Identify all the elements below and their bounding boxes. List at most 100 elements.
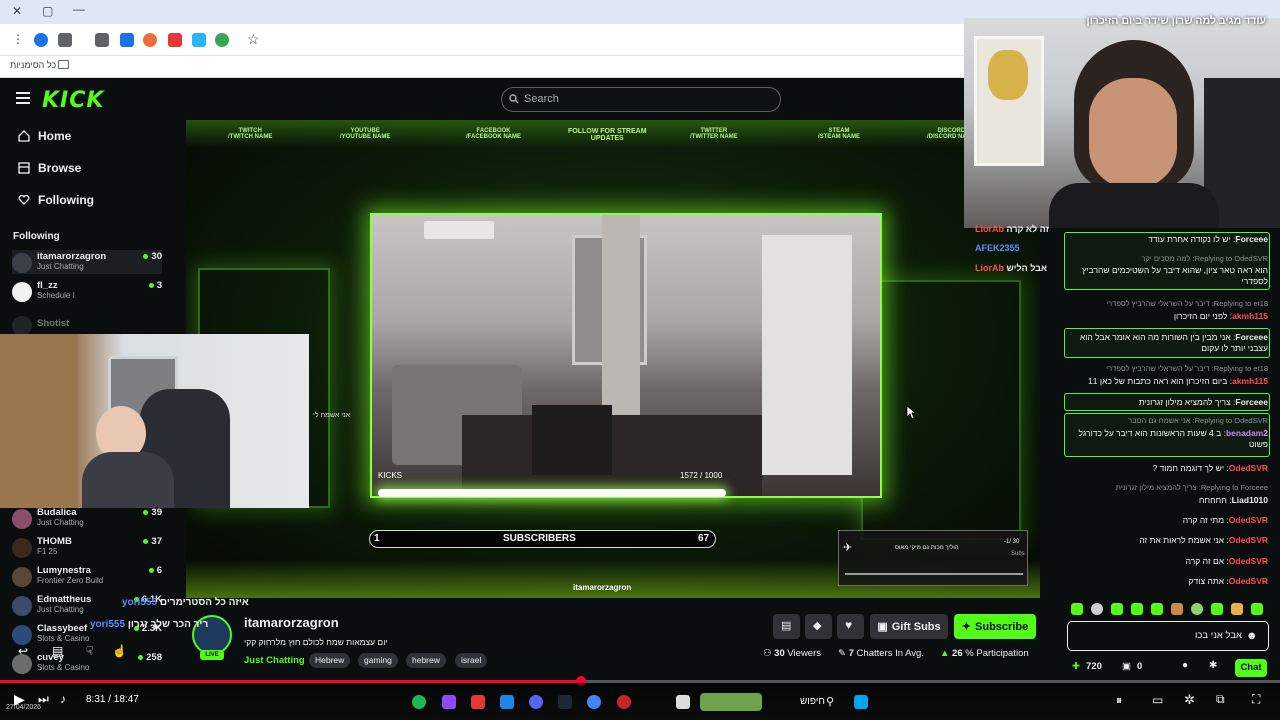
overlay-social-twitch: TWITCH/TWITCH NAME: [228, 128, 273, 140]
chat-send-button[interactable]: Chat: [1235, 659, 1267, 677]
emoji-icon[interactable]: ☻: [1246, 630, 1258, 642]
extension-icon[interactable]: [143, 33, 157, 47]
emote-icon[interactable]: [1211, 603, 1223, 615]
steam-icon[interactable]: [558, 695, 572, 709]
channel-item[interactable]: Budalica Just Chatting 39: [12, 506, 162, 530]
emote-icon[interactable]: [1191, 603, 1203, 615]
extension-icon[interactable]: [192, 33, 206, 47]
gift-icon: ▣: [877, 621, 888, 633]
search-input[interactable]: Search: [501, 87, 781, 112]
channel-name: THOMB: [37, 536, 72, 547]
wooden-wardrobe: [0, 334, 78, 508]
menu-icon[interactable]: [16, 92, 30, 104]
stream-title: יום עצמאות שמח לכולם חוץ מלרחוק קקי: [244, 637, 388, 647]
emote-icon[interactable]: [1151, 603, 1163, 615]
subtitles-icon[interactable]: ▭: [1152, 693, 1163, 707]
kick-logo[interactable]: KICK: [42, 88, 104, 113]
channel-item[interactable]: Lumynestra Frontier Zero Build 6: [12, 564, 162, 588]
extension-icon[interactable]: [120, 33, 134, 47]
clip-button[interactable]: ▤: [773, 614, 800, 639]
subscribe-button[interactable]: ✦ Subscribe: [954, 614, 1036, 639]
chat-message: Liad1010: חחחחח: [1198, 495, 1268, 505]
chat-overlay-line: AFEK2355: [975, 243, 1020, 253]
overlay-social-steam: STEAM/STEAM NAME: [818, 128, 860, 140]
obs-icon[interactable]: [617, 695, 631, 709]
fullscreen-icon[interactable]: ⛶: [1252, 692, 1260, 707]
restore-window-icon[interactable]: ▢: [42, 4, 53, 18]
discord-icon[interactable]: [529, 695, 543, 709]
chat-input[interactable]: אבל אני בכו: [1067, 621, 1269, 651]
volume-icon[interactable]: ♪: [60, 692, 66, 706]
dislike-icon[interactable]: ☟: [86, 644, 93, 658]
twitch-icon[interactable]: [442, 695, 456, 709]
extension-icon[interactable]: [58, 33, 72, 47]
gift-icon[interactable]: ▣: [1122, 661, 1131, 672]
settings-icon[interactable]: ✲: [1184, 692, 1195, 708]
pause-icon[interactable]: ⏸: [1116, 693, 1122, 708]
tag-chip[interactable]: israel: [455, 653, 488, 668]
notification-button[interactable]: ◆: [805, 614, 832, 639]
weather-widget[interactable]: [700, 693, 762, 711]
avatar: [12, 509, 32, 529]
channel-name: Edmattheus: [37, 594, 92, 605]
nav-following[interactable]: Following: [18, 193, 94, 207]
extension-icon[interactable]: [95, 33, 109, 47]
nav-browse[interactable]: Browse: [18, 161, 81, 175]
overlay-chat-snippet: אני אשמח לי: [313, 412, 351, 419]
extension-icon[interactable]: [34, 33, 48, 47]
channel-name[interactable]: itamarorzagron: [244, 615, 339, 630]
stream-category[interactable]: Just Chatting: [244, 655, 305, 666]
close-window-icon[interactable]: ✕: [12, 4, 22, 18]
nav-home[interactable]: Home: [18, 129, 71, 143]
channel-name: Classybeef: [37, 623, 88, 634]
heart-icon: ♥: [845, 618, 853, 632]
extension-icon[interactable]: [168, 33, 182, 47]
nav-home-label: Home: [38, 129, 72, 143]
gift-subs-button[interactable]: ▣ Gift Subs: [870, 614, 948, 639]
back-icon[interactable]: ↩: [18, 644, 28, 658]
shirt: [1049, 183, 1219, 228]
emote-icon[interactable]: [1171, 603, 1183, 615]
channel-item[interactable]: THOMB F1 25 37: [12, 535, 162, 559]
gear-icon[interactable]: ✱: [1209, 660, 1217, 671]
taskbar-search[interactable]: חיפוש: [800, 696, 825, 707]
air-conditioner: [424, 221, 494, 239]
tag-chip[interactable]: hebrew: [406, 653, 446, 668]
chat-reply-context: Replying to OdedSVR: למה מסכים יקר: [1141, 254, 1268, 263]
file-explorer-icon[interactable]: [676, 695, 690, 709]
room-camera-feed: [370, 213, 882, 498]
curtain: [602, 215, 640, 415]
kicks-icon: ✚: [1072, 661, 1080, 672]
channel-item[interactable]: itamarorzagron Just Chatting 30: [12, 250, 162, 274]
chat-message: akmh115: ביום הזיכרון הוא ראה כתבות של כ…: [1088, 376, 1268, 386]
subs-widget-label: Subs: [1011, 551, 1025, 557]
chrome-icon[interactable]: [587, 695, 601, 709]
spotify-icon[interactable]: [412, 695, 426, 709]
emote-icon[interactable]: [1131, 603, 1143, 615]
browser-menu-icon[interactable]: ⋮: [12, 32, 24, 46]
star-bookmark-icon[interactable]: ☆: [247, 31, 260, 48]
follow-button[interactable]: ♥: [837, 614, 864, 639]
emote-icon[interactable]: [1231, 603, 1243, 615]
like-icon[interactable]: ☝: [112, 644, 127, 658]
emote-icon[interactable]: [1091, 603, 1103, 615]
emote-icon[interactable]: [1251, 603, 1263, 615]
windows-start-icon[interactable]: [854, 695, 868, 709]
app-icon[interactable]: [471, 695, 485, 709]
app-icon[interactable]: [500, 695, 514, 709]
chat-reply-context: Replying to et18: דיבר על השראלי שהרביץ …: [1106, 364, 1268, 373]
extension-icon[interactable]: [215, 33, 229, 47]
all-bookmarks-link[interactable]: כל הסימניות: [10, 60, 56, 70]
channel-category: Just Chatting: [37, 518, 84, 527]
tag-chip[interactable]: gaming: [358, 653, 398, 668]
minimize-window-icon[interactable]: —: [73, 2, 85, 16]
chat-bubble-icon[interactable]: ●: [1182, 660, 1188, 671]
tag-chip[interactable]: Hebrew: [309, 653, 351, 668]
emote-icon[interactable]: [1111, 603, 1123, 615]
channel-category: F1 25: [37, 547, 58, 556]
miniplayer-icon[interactable]: ⧉: [1216, 692, 1225, 707]
emote-icon[interactable]: [1071, 603, 1083, 615]
channel-item[interactable]: fl_zz Schedule I 3: [12, 279, 162, 303]
channel-category: Just Chatting: [37, 262, 84, 271]
comment-icon[interactable]: ▤: [52, 644, 63, 658]
